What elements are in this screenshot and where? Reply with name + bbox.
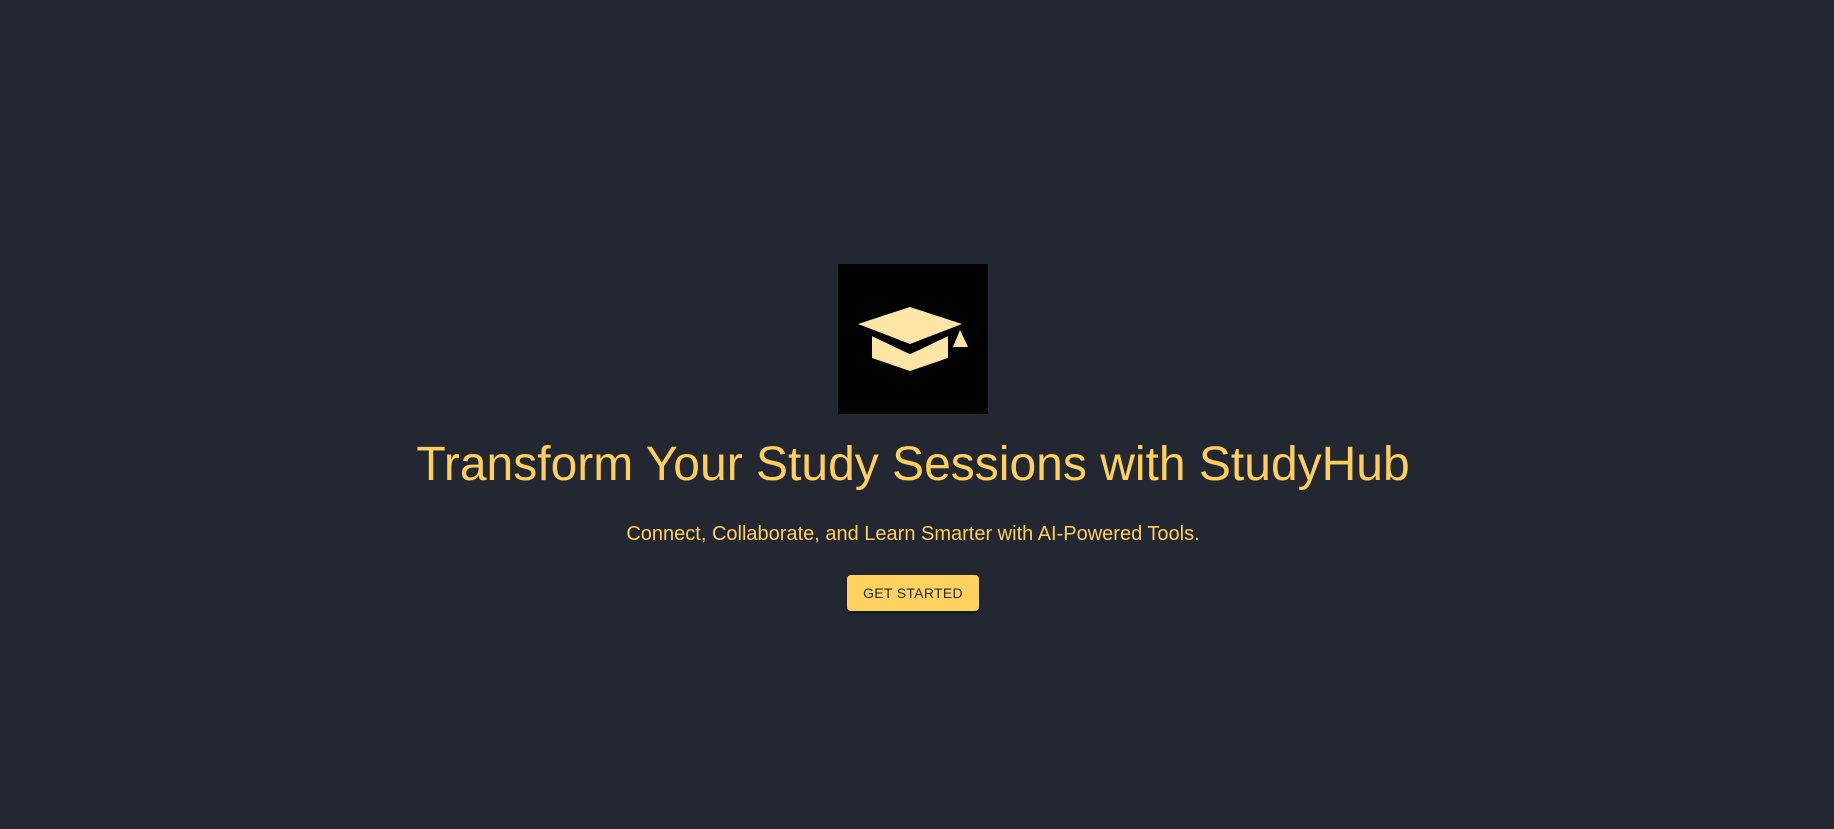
logo xyxy=(838,264,988,414)
hero-subheadline: Connect, Collaborate, and Learn Smarter … xyxy=(626,523,1200,545)
hero-headline: Transform Your Study Sessions with Study… xyxy=(416,438,1410,491)
hero-section: Transform Your Study Sessions with Study… xyxy=(0,0,1834,829)
get-started-button[interactable]: GET STARTED xyxy=(847,575,979,611)
graduation-cap-icon xyxy=(858,307,968,371)
